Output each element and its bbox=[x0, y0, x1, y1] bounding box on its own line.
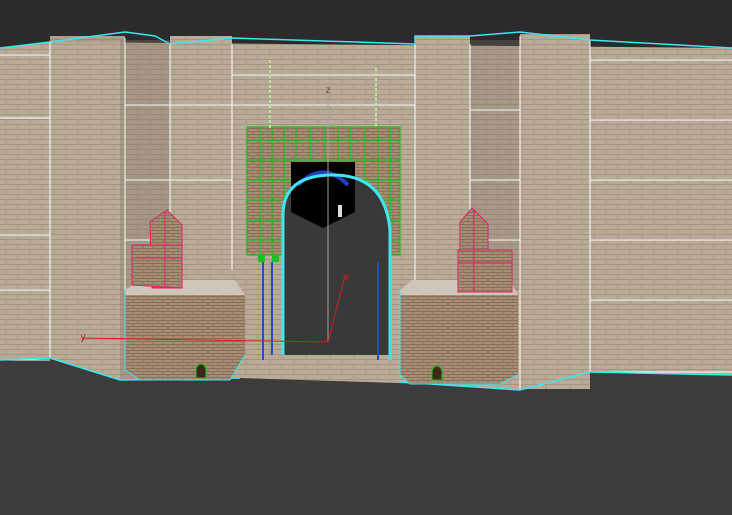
axis-labels: z x y bbox=[80, 85, 350, 343]
y-axis-label: y bbox=[80, 332, 86, 343]
z-axis-label: z bbox=[325, 85, 331, 96]
x-axis-label: x bbox=[344, 272, 350, 283]
3d-viewport[interactable]: z x y bbox=[0, 0, 732, 515]
